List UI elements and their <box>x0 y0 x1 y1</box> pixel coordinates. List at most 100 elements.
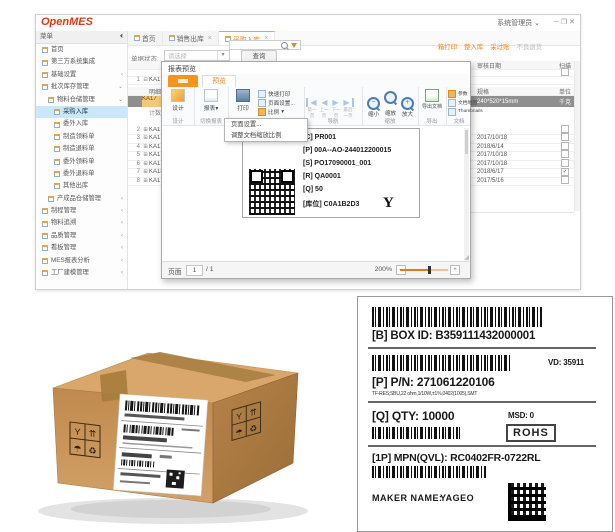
user-menu[interactable]: 系统管理员 ⌄ <box>497 18 540 28</box>
zoom-percent: 200% <box>375 266 392 273</box>
ribbon-group-zoom: −缩小 缩放 +放大 缩放 <box>362 87 419 125</box>
sidebar-item-outsource-inbound[interactable]: 委外入库 <box>36 118 127 130</box>
expand-icon[interactable]: ⊞ <box>142 178 149 184</box>
scan-checkbox[interactable] <box>561 159 569 167</box>
ribbon-group-design: 设计 设计 <box>162 87 195 125</box>
part-description-text: TF-RES;SBU,22 ohm,1/10W,±1%,0402(1005),S… <box>372 391 477 397</box>
quick-print-button[interactable]: 快速打印 <box>258 89 295 98</box>
chevron-down-icon: ⌄ <box>534 20 540 27</box>
zoom-slider-thumb[interactable] <box>428 266 431 274</box>
zoom-in-button[interactable]: +放大 <box>400 91 415 118</box>
sidebar-item-kanban-mgmt[interactable]: 看板管理‹ <box>36 242 127 254</box>
column-header-spec[interactable]: 规格 <box>475 87 550 96</box>
window-icon <box>134 35 140 41</box>
chevron-down-icon: ▾ <box>217 51 228 60</box>
menu-item-adjust-scale[interactable]: 调整文档缩放比例 <box>225 130 307 141</box>
sidebar-header: 菜单 ⏴ <box>36 31 127 44</box>
sidebar-item-mfg-picking[interactable]: 制造领料单 <box>36 131 127 143</box>
expand-icon[interactable]: ⊞ <box>142 169 149 175</box>
scan-checkbox[interactable] <box>561 150 569 158</box>
scan-checkbox[interactable] <box>561 125 569 133</box>
tab-home[interactable]: 首页 <box>128 31 163 45</box>
sidebar-item-outsource-return[interactable]: 委外退料单 <box>36 168 127 180</box>
printer-icon <box>236 89 250 102</box>
qr-code <box>249 169 295 215</box>
scan-checkbox[interactable] <box>561 142 569 150</box>
document-map-button[interactable]: 文档地图 <box>448 98 483 107</box>
print-button[interactable]: 打印 <box>230 89 256 112</box>
expand-icon[interactable]: ⊞ <box>142 135 149 141</box>
expand-icon[interactable]: ⊞ <box>142 161 149 167</box>
minimize-button[interactable]: ─ <box>554 19 561 26</box>
folder-icon <box>42 72 48 78</box>
sidebar-item-batch-inventory[interactable]: 批次库存管理⌄ <box>36 81 127 93</box>
status-select[interactable]: 请选择 ▾ <box>164 50 230 61</box>
sidebar-item-quality-mgmt[interactable]: 品质管理‹ <box>36 230 127 242</box>
page-setup-button[interactable]: 页面设置... <box>258 98 295 107</box>
preview-status-bar: 页面 1 / 1 200% − + <box>162 261 470 278</box>
sidebar-item-other-outbound[interactable]: 其他出库 <box>36 180 127 192</box>
window-icon <box>169 35 175 41</box>
preview-scrollbar[interactable] <box>464 128 469 262</box>
filter-icon[interactable] <box>291 43 297 48</box>
sidebar-item-material-warehouse[interactable]: 物料仓储管理⌄ <box>36 94 127 106</box>
zoom-plus-button[interactable]: + <box>450 265 460 275</box>
menu-item-page-setup[interactable]: 页面设置... <box>225 119 307 130</box>
sidebar-item-finished-goods[interactable]: 产成品仓储管理‹ <box>36 193 127 205</box>
close-button[interactable]: ✕ <box>569 19 577 26</box>
sidebar-item-material-trace[interactable]: 物料追溯‹ <box>36 217 127 229</box>
window-icon <box>54 183 60 189</box>
parameters-button[interactable]: 参数 <box>448 89 483 98</box>
expand-icon[interactable]: ⊞ <box>142 144 149 150</box>
maximize-button[interactable]: ❐ <box>561 19 569 26</box>
scan-checkbox[interactable] <box>561 176 569 184</box>
this-way-up-icon: ⇈ <box>250 406 257 418</box>
scan-filter-checkbox[interactable] <box>561 68 569 76</box>
part-number-text: [P] P/N: 271061220106 <box>372 375 495 389</box>
expand-icon[interactable]: ⊞ <box>142 152 149 158</box>
barcode-box-id <box>372 307 542 327</box>
sidebar-item-purchase-inbound[interactable]: 采购入库 <box>36 106 127 118</box>
sidebar-item-process-mgmt[interactable]: 制程管理‹ <box>36 205 127 217</box>
sidebar-item-mfg-return[interactable]: 制造退料单 <box>36 143 127 155</box>
zoom-out-button[interactable]: −缩小 <box>366 91 381 118</box>
titlebar: OpenMES 系统管理员 ⌄ ─❐✕ <box>36 15 580 31</box>
divider <box>368 347 596 349</box>
document-map-icon <box>448 99 456 107</box>
scan-checkbox[interactable] <box>561 133 569 141</box>
grid-scrollbar[interactable] <box>574 61 580 211</box>
datamatrix-code <box>508 483 546 521</box>
sidebar-item-factory-modeling[interactable]: 工厂建模管理‹ <box>36 267 127 279</box>
thumbnails-button[interactable]: Thumbnails <box>448 107 483 116</box>
sidebar-item-third-party[interactable]: 第三方系统集成 <box>36 56 127 68</box>
expand-icon[interactable]: ⊞ <box>142 127 149 133</box>
zoom-icon <box>384 91 397 104</box>
sidebar-item-basic-settings[interactable]: 基础设置‹ <box>36 69 127 81</box>
zoom-slider[interactable] <box>400 269 448 271</box>
search-input[interactable] <box>229 40 301 50</box>
export-document-button[interactable]: 导出文档 <box>419 89 445 110</box>
resize-grip-icon[interactable]: ◢ <box>464 254 469 261</box>
tab-sales-outbound[interactable]: 销售出库× <box>163 31 219 45</box>
sidebar-item-mes-reports[interactable]: MES报表分析‹ <box>36 255 127 267</box>
search-icon <box>281 42 288 49</box>
dialog-title: 报表预览 <box>168 64 196 74</box>
sidebar-item-home[interactable]: 首页 <box>36 44 127 56</box>
app-menu-tab[interactable] <box>168 75 198 87</box>
export-icon <box>425 89 439 102</box>
collapse-icon[interactable]: ⊟ <box>142 77 149 83</box>
watermark-letter: Y <box>383 195 394 212</box>
scale-button[interactable]: 比例▾ <box>258 107 295 116</box>
window-icon <box>54 109 60 115</box>
folder-icon <box>48 97 54 103</box>
close-icon[interactable]: × <box>208 35 212 42</box>
page-setup-menu: 页面设置... 调整文档缩放比例 <box>224 118 308 142</box>
divider <box>368 445 596 447</box>
sidebar-item-outsource-picking[interactable]: 委外领料单 <box>36 156 127 168</box>
page-number-input[interactable]: 1 <box>186 265 203 276</box>
zoom-button[interactable]: 缩放 <box>383 91 398 117</box>
label-line-q: [Q] 50 <box>303 186 323 193</box>
pin-icon[interactable]: ⏴ <box>120 31 123 43</box>
design-button[interactable]: 设计 <box>165 89 191 112</box>
report-switch-button[interactable]: 报表▾ <box>198 89 224 112</box>
